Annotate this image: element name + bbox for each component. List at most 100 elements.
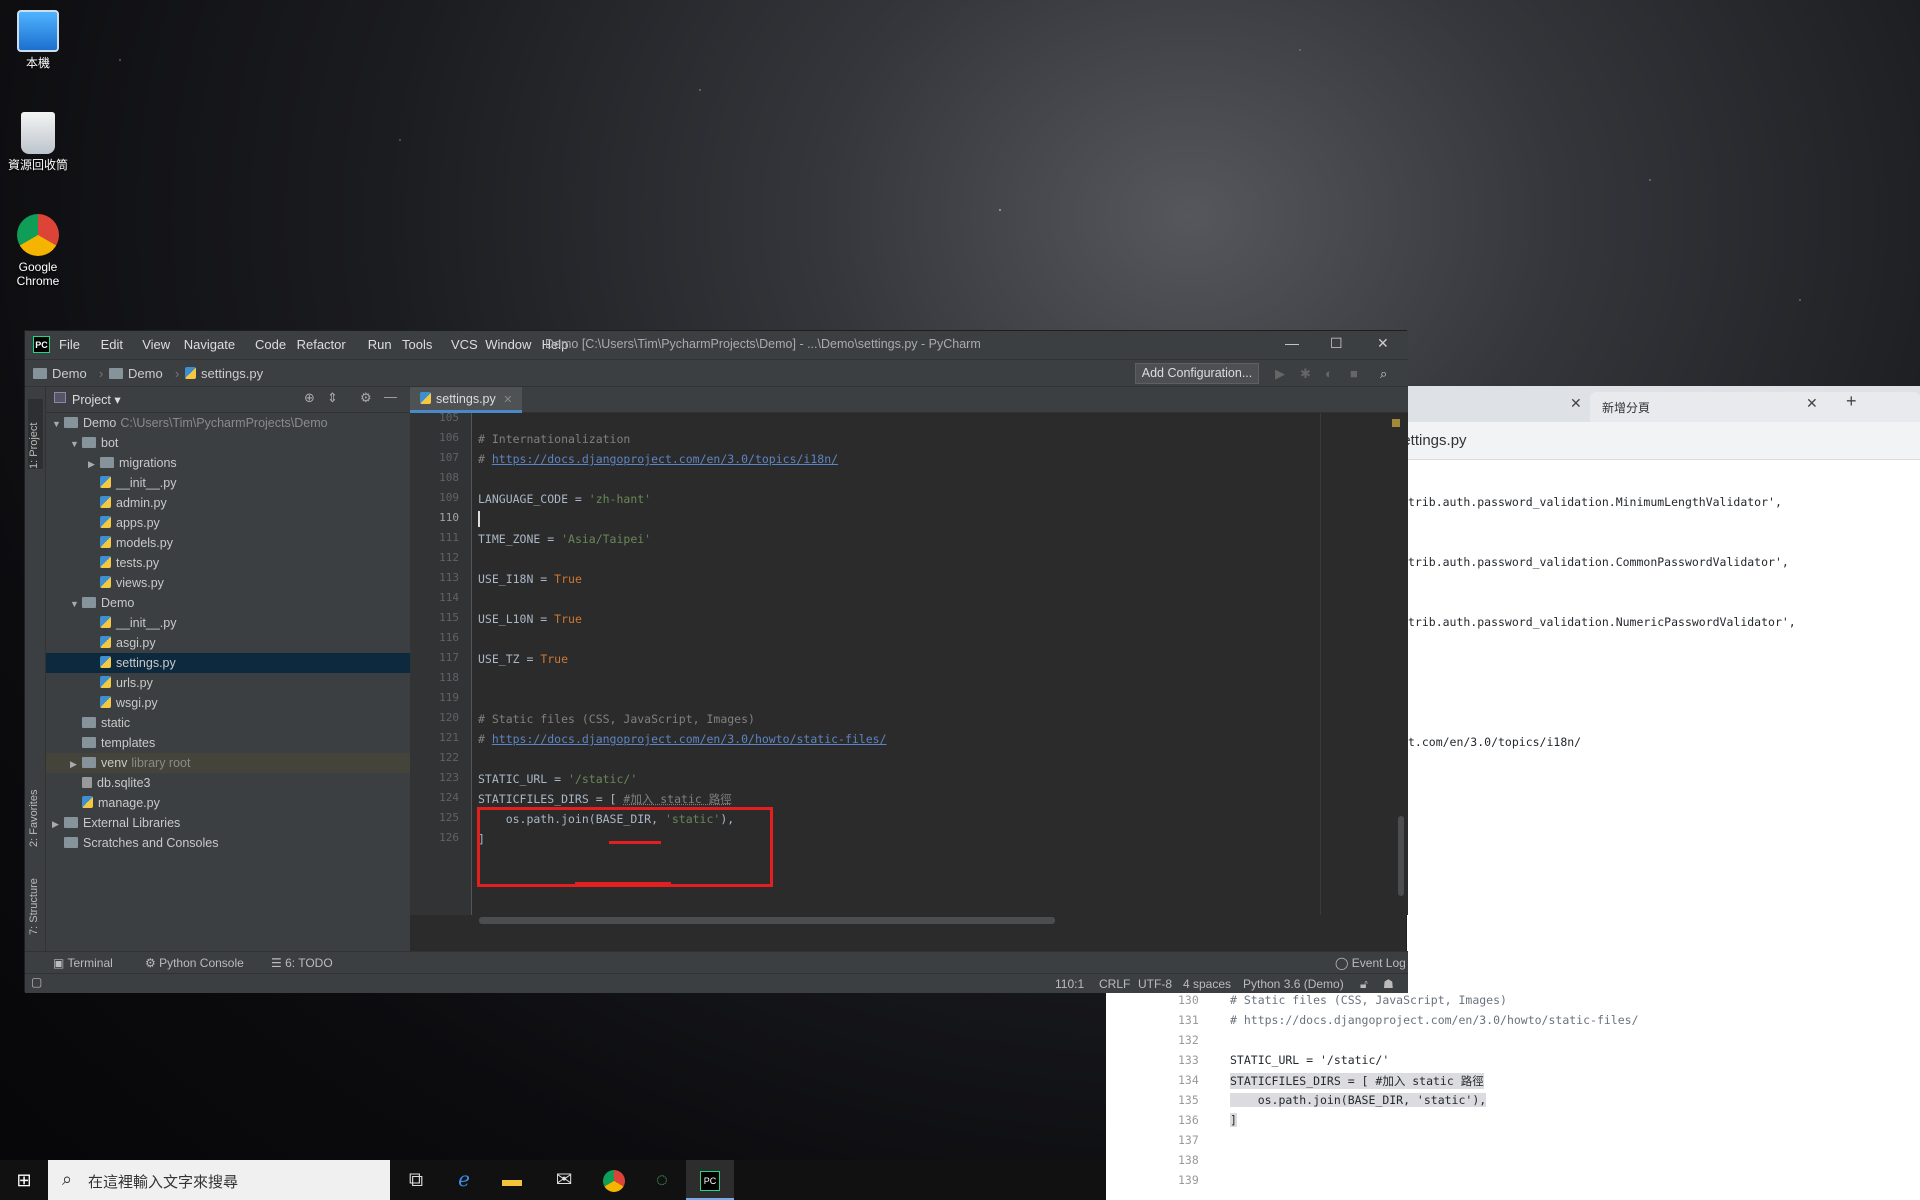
menu-code[interactable]: Code (255, 337, 286, 352)
close-icon[interactable]: ✕ (1806, 395, 1818, 412)
breadcrumb-file[interactable]: settings.py (185, 366, 263, 381)
tree-item[interactable]: tests.py (46, 553, 410, 573)
tree-item[interactable]: templates (46, 733, 410, 753)
chevron-right-icon[interactable]: ▶ (52, 814, 64, 834)
tree-item[interactable]: urls.py (46, 673, 410, 693)
task-view-icon[interactable]: ⧉ (392, 1160, 440, 1200)
breadcrumb-project[interactable]: Demo (33, 366, 87, 381)
project-tool-tab[interactable]: 1: Project (28, 399, 43, 469)
desktop-icon-recycle-bin[interactable]: 資源回收筒 (6, 112, 70, 172)
line-separator[interactable]: CRLF (1099, 977, 1130, 991)
computer-icon (17, 10, 59, 52)
breadcrumb-package[interactable]: Demo (109, 366, 163, 381)
file-explorer-icon[interactable]: ▬ (488, 1160, 536, 1200)
new-tab-button[interactable]: + (1846, 391, 1857, 412)
tree-item[interactable]: asgi.py (46, 633, 410, 653)
taskbar-search-box[interactable]: ⌕ 在這裡輸入文字來搜尋 (48, 1160, 390, 1200)
close-icon[interactable]: ✕ (503, 394, 512, 406)
close-button[interactable]: ✕ (1377, 335, 1389, 352)
gear-icon[interactable]: ⚙ (360, 390, 372, 406)
tree-item-hint: library root (131, 756, 191, 770)
tree-item[interactable]: views.py (46, 573, 410, 593)
tab-settings-py[interactable]: settings.py ✕ (410, 387, 523, 413)
edge-icon[interactable]: ℯ (440, 1160, 488, 1200)
tree-item[interactable]: __init__.py (46, 473, 410, 493)
tree-item[interactable]: models.py (46, 533, 410, 553)
add-configuration-button[interactable]: Add Configuration... (1135, 363, 1259, 384)
tree-item[interactable]: ▶ migrations (46, 453, 410, 473)
file-encoding[interactable]: UTF-8 (1138, 977, 1172, 991)
minimize-button[interactable]: — (1285, 335, 1299, 351)
search-icon[interactable]: ⌕ (1380, 366, 1387, 382)
tree-item[interactable]: Scratches and Consoles (46, 833, 410, 853)
todo-tab[interactable]: ☰ 6: TODO (271, 956, 333, 970)
python-interpreter[interactable]: Python 3.6 (Demo) (1243, 977, 1344, 991)
terminal-tab[interactable]: ▣ Terminal (53, 956, 113, 970)
app-icon[interactable]: ◌ (638, 1160, 686, 1200)
menu-window[interactable]: Window (485, 337, 531, 352)
python-console-tab[interactable]: ⚙ Python Console (145, 956, 244, 970)
favorites-tool-tab[interactable]: 2: Favorites (28, 767, 43, 847)
locate-icon[interactable]: ⊕ (304, 390, 315, 406)
debug-icon[interactable]: ✱ (1300, 366, 1311, 382)
tree-item-label: urls.py (116, 676, 153, 690)
toggle-tool-windows-icon[interactable]: ▢ (31, 975, 42, 989)
desktop-icon-this-pc[interactable]: 本機 (6, 10, 70, 70)
tree-item[interactable]: db.sqlite3 (46, 773, 410, 793)
code-line: trib.auth.password_validation.MinimumLen… (1408, 495, 1782, 509)
tree-item[interactable]: ▼ Demo C:\Users\Tim\PycharmProjects\Demo (46, 413, 410, 433)
stop-icon[interactable]: ■ (1350, 366, 1358, 381)
tree-item[interactable]: wsgi.py (46, 693, 410, 713)
menu-refactor[interactable]: Refactor (297, 337, 346, 352)
chevron-down-icon[interactable]: ▼ (70, 594, 82, 614)
docs-link[interactable]: https://docs.djangoproject.com/en/3.0/ho… (492, 732, 887, 746)
mail-icon[interactable]: ✉ (540, 1160, 588, 1200)
tree-item[interactable]: apps.py (46, 513, 410, 533)
structure-tool-tab[interactable]: 7: Structure (28, 855, 43, 935)
vertical-scrollbar[interactable] (1398, 816, 1404, 896)
tree-item[interactable]: ▼ Demo (46, 593, 410, 613)
menu-navigate[interactable]: Navigate (184, 337, 235, 352)
code-line: ] (1230, 1113, 1237, 1127)
menu-vcs[interactable]: VCS (451, 337, 478, 352)
close-icon[interactable]: ✕ (1570, 395, 1582, 412)
run-icon[interactable]: ▶ (1275, 366, 1285, 382)
tree-item[interactable]: ▶ External Libraries (46, 813, 410, 833)
lock-icon[interactable]: 🔓︎ (1360, 977, 1368, 992)
menu-run[interactable]: Run (368, 337, 392, 352)
indent-setting[interactable]: 4 spaces (1183, 977, 1231, 991)
tree-item[interactable]: ▼ bot (46, 433, 410, 453)
hide-panel-icon[interactable]: — (384, 389, 397, 404)
menu-tools[interactable]: Tools (402, 337, 432, 352)
maximize-button[interactable]: ☐ (1330, 335, 1343, 352)
horizontal-scrollbar[interactable] (479, 917, 1055, 924)
chrome-tab-new[interactable]: 新增分頁 (1590, 392, 1920, 422)
tree-item[interactable]: static (46, 713, 410, 733)
chevron-down-icon[interactable]: ▼ (70, 434, 82, 454)
tree-item[interactable]: settings.py (46, 653, 410, 673)
pycharm-window: PC File Edit View Navigate Code Refactor Run To… (24, 330, 1408, 993)
inspector-icon[interactable]: ☗ (1383, 977, 1394, 991)
menu-edit[interactable]: Edit (101, 337, 123, 352)
collapse-all-icon[interactable]: ⇕ (327, 390, 338, 406)
tree-item[interactable]: ▶ venv library root (46, 753, 410, 773)
chevron-right-icon[interactable]: ▶ (70, 754, 82, 774)
docs-link[interactable]: https://docs.djangoproject.com/en/3.0/to… (492, 452, 838, 466)
tree-item[interactable]: __init__.py (46, 613, 410, 633)
pycharm-icon[interactable]: PC (686, 1160, 734, 1200)
tree-item[interactable]: admin.py (46, 493, 410, 513)
inspection-indicator[interactable] (1392, 419, 1400, 427)
menu-view[interactable]: View (142, 337, 170, 352)
line-number: 116 (439, 631, 459, 644)
project-view-selector[interactable]: Project ▾ (72, 392, 121, 407)
menu-file[interactable]: File (59, 337, 80, 352)
tree-item[interactable]: manage.py (46, 793, 410, 813)
event-log-tab[interactable]: ◯ Event Log (1335, 956, 1406, 970)
caret-position[interactable]: 110:1 (1055, 977, 1084, 991)
chevron-down-icon[interactable]: ▼ (52, 414, 64, 434)
start-button[interactable]: ⊞ (0, 1160, 48, 1200)
chevron-right-icon[interactable]: ▶ (88, 454, 100, 474)
desktop-icon-chrome[interactable]: Google Chrome (6, 214, 70, 288)
chrome-icon[interactable] (590, 1160, 638, 1200)
coverage-icon[interactable]: ◐ (1325, 366, 1333, 381)
